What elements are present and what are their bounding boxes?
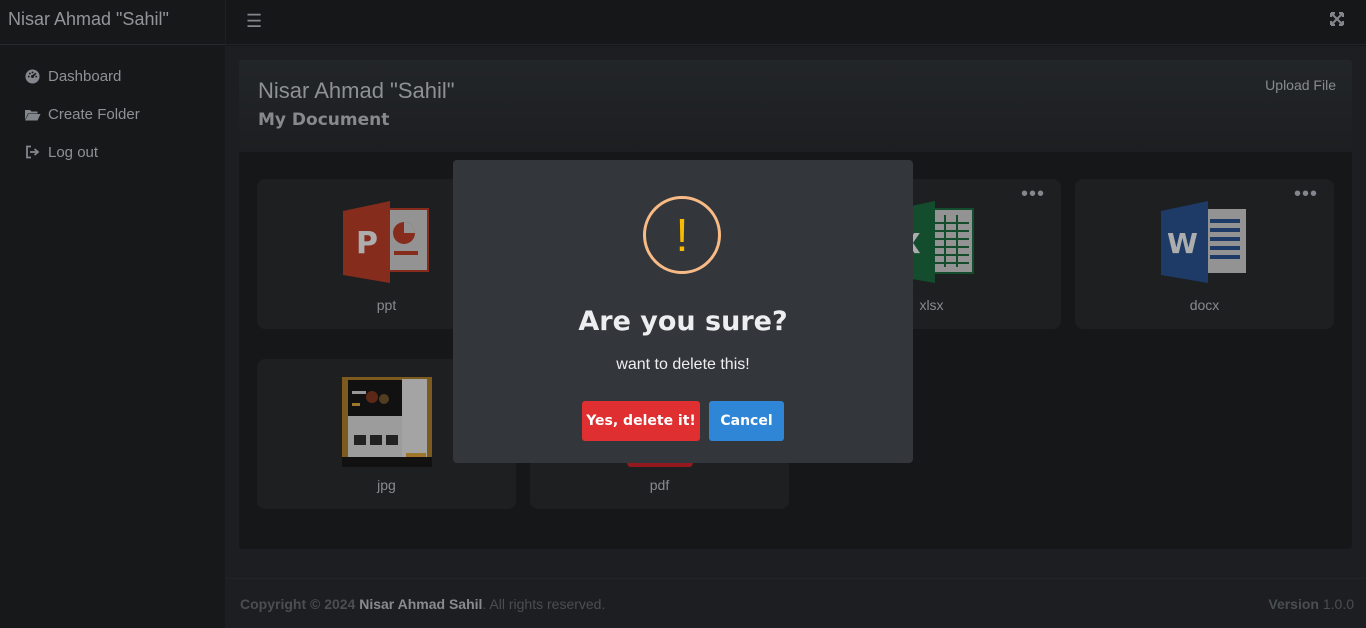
confirm-delete-dialog: ! Are you sure? want to delete this! Yes… — [453, 160, 913, 463]
warning-icon: ! — [643, 196, 721, 274]
dialog-title: Are you sure? — [578, 306, 788, 337]
modal-overlay[interactable]: ! Are you sure? want to delete this! Yes… — [0, 0, 1366, 628]
cancel-button[interactable]: Cancel — [709, 401, 784, 441]
confirm-delete-button[interactable]: Yes, delete it! — [582, 401, 700, 441]
dialog-message: want to delete this! — [616, 356, 750, 373]
